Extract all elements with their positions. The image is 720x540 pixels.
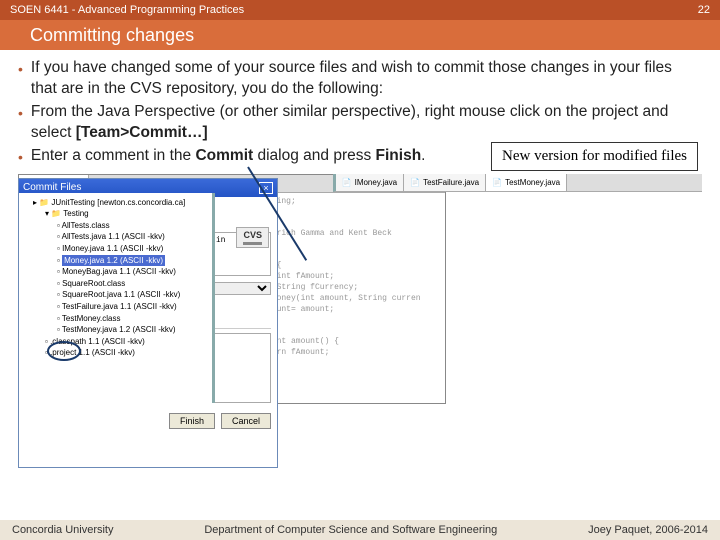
tab-imoney[interactable]: 📄 IMoney.java — [336, 174, 405, 191]
bullet-2: From the Java Perspective (or other simi… — [31, 102, 702, 144]
footer-left: Concordia University — [12, 524, 113, 536]
navigator-panel[interactable]: ▸ 📁 JUnitTesting [newton.cs.concordia.ca… — [19, 193, 215, 403]
selected-file: Money.java 1.2 (ASCII -kkv) — [62, 255, 165, 267]
cancel-button[interactable]: Cancel — [221, 413, 271, 429]
slide-header: SOEN 6441 - Advanced Programming Practic… — [0, 0, 720, 20]
page-number: 22 — [698, 4, 710, 16]
finish-button[interactable]: Finish — [169, 413, 215, 429]
tab-testfailure[interactable]: 📄 TestFailure.java — [404, 174, 486, 191]
tab-testmoney[interactable]: 📄 TestMoney.java — [486, 174, 567, 191]
bullet-1: If you have changed some of your source … — [31, 58, 702, 100]
callout-label: New version for modified files — [491, 142, 698, 171]
course-code: SOEN 6441 - Advanced Programming Practic… — [10, 4, 244, 16]
slide-title-bar: Committing changes — [0, 20, 720, 50]
slide-title: Committing changes — [30, 25, 194, 46]
cvs-logo: CVS — [236, 227, 269, 248]
footer-center: Department of Computer Science and Softw… — [204, 524, 497, 536]
slide-footer: Concordia University Department of Compu… — [0, 520, 720, 540]
commit-dialog-title: Commit Files — [23, 182, 81, 193]
footer-right: Joey Paquet, 2006-2014 — [588, 524, 708, 536]
annotation-circle — [47, 341, 81, 361]
